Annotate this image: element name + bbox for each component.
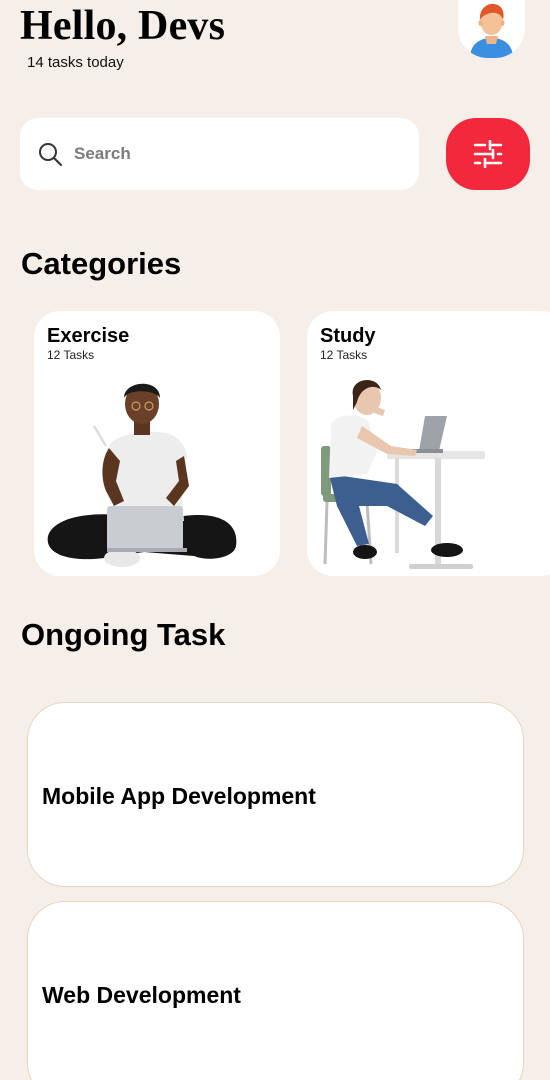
- search-bar[interactable]: Search: [20, 118, 419, 190]
- ongoing-task-card[interactable]: Web Development: [27, 901, 524, 1080]
- category-task-count: 12 Tasks: [47, 348, 95, 362]
- exercise-illustration: [47, 383, 237, 567]
- search-placeholder: Search: [74, 144, 131, 163]
- filter-button[interactable]: [446, 118, 530, 190]
- ongoing-task-heading: Ongoing Task: [21, 617, 226, 652]
- category-name: Study: [320, 325, 376, 347]
- home-screen: Hello, Devs 14 tasks today Search Catego…: [0, 0, 550, 1080]
- search-icon: [36, 140, 64, 168]
- task-title: Mobile App Development: [42, 783, 316, 809]
- category-card-study[interactable]: Study 12 Tasks: [307, 311, 550, 576]
- tasks-today-subtitle: 14 tasks today: [27, 54, 124, 71]
- category-name: Exercise: [47, 325, 130, 347]
- study-illustration: [321, 379, 485, 569]
- categories-heading: Categories: [21, 246, 182, 281]
- category-task-count: 12 Tasks: [320, 348, 368, 362]
- greeting-title: Hello, Devs: [20, 3, 226, 49]
- task-title: Web Development: [42, 982, 241, 1008]
- category-card-exercise[interactable]: Exercise 12 Tasks: [34, 311, 280, 576]
- ongoing-task-card[interactable]: Mobile App Development: [27, 702, 524, 887]
- sliders-icon: [473, 140, 503, 168]
- user-avatar-icon: [470, 3, 513, 58]
- avatar[interactable]: [458, 0, 525, 58]
